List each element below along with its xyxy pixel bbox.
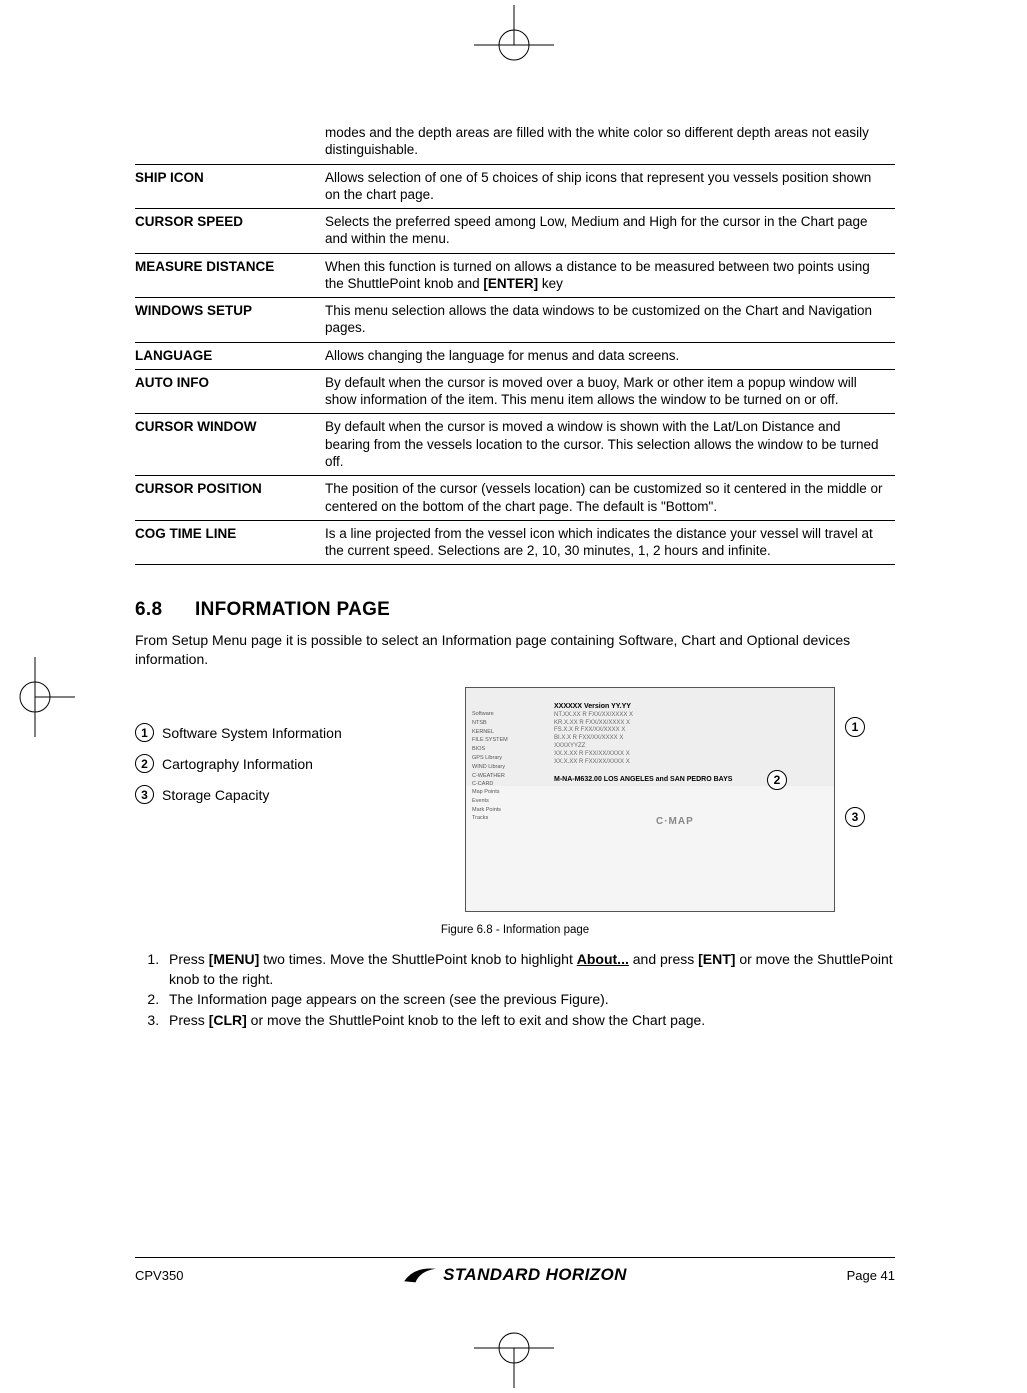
footer-model: CPV350 [135,1268,183,1283]
table-row: COG TIME LINE Is a line projected from t… [135,520,895,565]
setting-label: COG TIME LINE [135,520,325,565]
setting-desc: Allows selection of one of 5 choices of … [325,164,895,209]
footer-brand-text: STANDARD HORIZON [443,1265,627,1285]
table-row: CURSOR SPEED Selects the preferred speed… [135,209,895,254]
setting-label: CURSOR SPEED [135,209,325,254]
setting-desc: When this function is turned on allows a… [325,253,895,298]
setting-desc: Allows changing the language for menus a… [325,342,895,369]
legend-marker-1: 1 [135,723,154,742]
page-footer: CPV350 STANDARD HORIZON Page 41 [135,1257,895,1285]
legend-marker-2: 2 [135,754,154,773]
registration-mark-left [0,657,75,737]
setting-desc: This menu selection allows the data wind… [325,298,895,343]
callout-3: 3 [845,807,865,827]
steps-list: Press [MENU] two times. Move the Shuttle… [135,950,895,1030]
page-content: modes and the depth areas are filled wit… [135,120,895,1040]
figure-legend: 1 Software System Information 2 Cartogra… [135,687,435,816]
table-row: modes and the depth areas are filled wit… [135,120,895,164]
setting-label [135,120,325,164]
setting-label: LANGUAGE [135,342,325,369]
setting-label: CURSOR POSITION [135,476,325,521]
setting-label: CURSOR WINDOW [135,414,325,476]
legend-marker-3: 3 [135,785,154,804]
step-item: The Information page appears on the scre… [163,990,895,1010]
section-heading: 6.8INFORMATION PAGE [135,599,895,621]
step-item: Press [CLR] or move the ShuttlePoint kno… [163,1011,895,1031]
setting-desc: By default when the cursor is moved a wi… [325,414,895,476]
table-row: SHIP ICON Allows selection of one of 5 c… [135,164,895,209]
table-row: CURSOR WINDOW By default when the cursor… [135,414,895,476]
table-row: MEASURE DISTANCE When this function is t… [135,253,895,298]
table-row: WINDOWS SETUP This menu selection allows… [135,298,895,343]
table-row: AUTO INFO By default when the cursor is … [135,369,895,414]
setting-desc: Selects the preferred speed among Low, M… [325,209,895,254]
figure-caption: Figure 6.8 - Information page [135,924,895,936]
figure-row: 1 Software System Information 2 Cartogra… [135,687,895,912]
footer-brand: STANDARD HORIZON [403,1265,627,1285]
table-row: CURSOR POSITION The position of the curs… [135,476,895,521]
brand-swoosh-icon [403,1265,437,1285]
setting-desc: By default when the cursor is moved over… [325,369,895,414]
legend-item-2: 2 Cartography Information [135,754,435,773]
legend-item-3: 3 Storage Capacity [135,785,435,804]
setting-label: MEASURE DISTANCE [135,253,325,298]
setting-desc: The position of the cursor (vessels loca… [325,476,895,521]
callout-1: 1 [845,717,865,737]
legend-label: Storage Capacity [162,787,269,803]
callout-2: 2 [767,770,787,790]
setting-desc: Is a line projected from the vessel icon… [325,520,895,565]
section-number: 6.8 [135,599,195,621]
table-row: LANGUAGE Allows changing the language fo… [135,342,895,369]
section-intro: From Setup Menu page it is possible to s… [135,631,895,669]
registration-mark-bottom [474,1308,554,1388]
section-title: INFORMATION PAGE [195,599,390,620]
step-item: Press [MENU] two times. Move the Shuttle… [163,950,895,989]
setting-label: SHIP ICON [135,164,325,209]
footer-page: Page 41 [847,1268,895,1283]
settings-table: modes and the depth areas are filled wit… [135,120,895,565]
setting-desc: modes and the depth areas are filled wit… [325,120,895,164]
registration-mark-top [474,5,554,85]
setting-label: AUTO INFO [135,369,325,414]
legend-label: Cartography Information [162,756,313,772]
information-page-figure: SoftwareNTSBKERNELFILE SYSTEMBIOSGPS Lib… [465,687,835,912]
setting-label: WINDOWS SETUP [135,298,325,343]
legend-item-1: 1 Software System Information [135,723,435,742]
legend-label: Software System Information [162,725,342,741]
